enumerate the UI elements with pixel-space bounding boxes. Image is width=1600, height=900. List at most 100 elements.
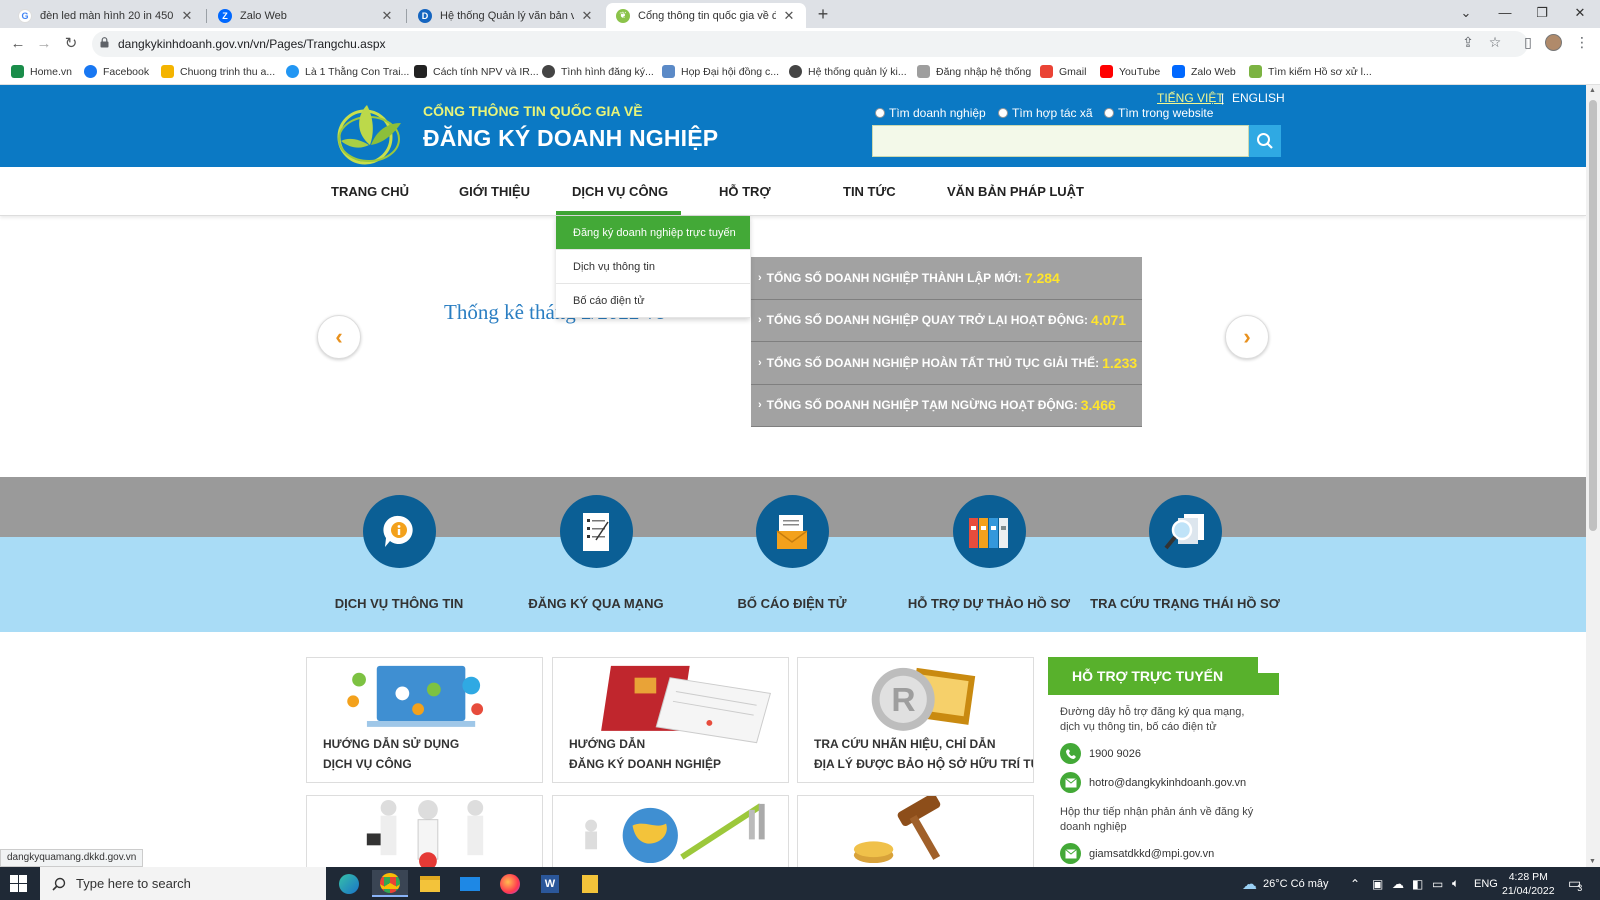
sticky-notes-icon[interactable] xyxy=(572,870,608,897)
card-lower-3[interactable] xyxy=(797,795,1034,867)
onedrive-icon[interactable]: ☁ xyxy=(1392,867,1404,900)
site-logo[interactable] xyxy=(335,93,407,165)
card-public-service-guide[interactable]: HƯỚNG DẪN SỬ DỤNG DỊCH VỤ CÔNG xyxy=(306,657,543,783)
close-window-icon[interactable]: ✕ xyxy=(1562,2,1598,24)
tray-app-icon[interactable]: ▣ xyxy=(1372,867,1383,900)
network-icon[interactable]: ▭ xyxy=(1432,867,1443,900)
search-button[interactable] xyxy=(1249,125,1281,157)
back-icon[interactable]: ← xyxy=(7,33,29,55)
bookmark-star-icon[interactable]: ☆ xyxy=(1485,34,1505,51)
card-business-registration-guide[interactable]: HƯỚNG DẪN ĐĂNG KÝ DOANH NGHIỆP xyxy=(552,657,789,783)
support-email[interactable]: hotro@dangkykinhdoanh.gov.vn xyxy=(1060,772,1267,793)
radio-search-website[interactable]: Tìm trong website xyxy=(1104,106,1213,120)
address-bar[interactable]: dangkykinhdoanh.gov.vn/vn/Pages/Trangchu… xyxy=(92,31,1528,57)
support-phone[interactable]: 1900 9026 xyxy=(1060,743,1267,764)
nav-support[interactable]: HỖ TRỢ xyxy=(719,184,771,199)
side-panel-icon[interactable]: ▯ xyxy=(1518,34,1538,51)
support-feedback-email[interactable]: giamsatdkkd@mpi.gov.vn xyxy=(1060,843,1267,864)
tab-search-chevron-icon[interactable]: ⌄ xyxy=(1448,2,1484,24)
scroll-down-icon[interactable]: ▼ xyxy=(1589,858,1596,865)
edge-icon[interactable] xyxy=(331,870,367,897)
nav-news[interactable]: TIN TỨC xyxy=(843,184,896,199)
browser-tab[interactable]: D Hệ thống Quản lý văn bản và Điề ✕ xyxy=(408,3,604,28)
reload-icon[interactable]: ↻ xyxy=(60,33,82,55)
close-tab-icon[interactable]: ✕ xyxy=(782,8,796,24)
forward-icon[interactable]: → xyxy=(33,33,55,55)
service-draft-support[interactable]: HỖ TRỢ DỰ THẢO HỒ SƠ xyxy=(889,495,1089,611)
bookmark-item[interactable]: Đăng nhập hệ thống xyxy=(917,65,1031,78)
bookmark-item[interactable]: Gmail xyxy=(1040,65,1086,78)
bookmark-item[interactable]: Home.vn xyxy=(11,65,72,78)
service-status-lookup[interactable]: TRA CỨU TRẠNG THÁI HỒ SƠ xyxy=(1085,495,1285,611)
stat-row[interactable]: › TỔNG SỐ DOANH NGHIỆP TẠM NGỪNG HOẠT ĐỘN… xyxy=(751,384,1142,427)
bookmark-item[interactable]: Tìm kiếm Hồ sơ xử l... xyxy=(1249,65,1372,78)
dropdown-item-information-services[interactable]: Dịch vụ thông tin xyxy=(556,250,750,284)
bookmark-item[interactable]: Zalo Web xyxy=(1172,65,1236,78)
stat-row[interactable]: › TỔNG SỐ DOANH NGHIỆP THÀNH LẬP MỚI: 7.28… xyxy=(751,257,1142,300)
card-trademark-lookup[interactable]: R TRA CỨU NHÃN HIỆU, CHỈ DẪN ĐỊA LÝ ĐƯỢC… xyxy=(797,657,1034,783)
dropdown-item-online-registration[interactable]: Đăng ký doanh nghiệp trực tuyến xyxy=(556,216,750,250)
nav-public-services[interactable]: DỊCH VỤ CÔNG xyxy=(572,184,668,199)
scroll-up-icon[interactable]: ▲ xyxy=(1589,87,1596,94)
chrome-icon[interactable] xyxy=(372,870,408,897)
mail-app-icon[interactable] xyxy=(452,870,488,897)
zalo-icon xyxy=(1172,65,1185,78)
nav-about[interactable]: GIỚI THIỆU xyxy=(459,184,530,199)
minimize-icon[interactable]: — xyxy=(1487,2,1523,24)
browser-menu-icon[interactable]: ⋮ xyxy=(1572,34,1592,51)
bookmark-item[interactable]: Tình hình đăng ký... xyxy=(542,65,654,78)
file-explorer-icon[interactable] xyxy=(412,870,448,897)
clock[interactable]: 4:28 PM 21/04/2022 xyxy=(1502,867,1555,900)
notifications-button[interactable]: ▭ 3 xyxy=(1568,867,1582,900)
bookmark-item[interactable]: Facebook xyxy=(84,65,149,78)
service-online-registration[interactable]: ĐĂNG KÝ QUA MẠNG xyxy=(496,495,696,611)
nav-legal-documents[interactable]: VĂN BẢN PHÁP LUẬT xyxy=(947,184,1084,199)
bookmark-item[interactable]: YouTube xyxy=(1100,65,1160,78)
stat-row[interactable]: › TỔNG SỐ DOANH NGHIỆP HOÀN TẤT THỦ TỤC G… xyxy=(751,342,1142,385)
nav-home[interactable]: TRANG CHỦ xyxy=(331,184,409,199)
browser-tab[interactable]: Z Zalo Web ✕ xyxy=(208,3,404,28)
youtube-icon xyxy=(1100,65,1113,78)
page-scrollbar[interactable]: ▲ ▼ xyxy=(1586,85,1600,867)
service-information[interactable]: DỊCH VỤ THÔNG TIN xyxy=(299,495,499,611)
slider-prev-button[interactable]: ‹ xyxy=(317,315,361,359)
bookmark-item[interactable]: Hệ thống quản lý ki... xyxy=(789,65,907,78)
firefox-icon[interactable] xyxy=(492,870,528,897)
scroll-thumb[interactable] xyxy=(1589,100,1597,531)
bookmarks-bar: Home.vn Facebook Chuong trinh thu a... L… xyxy=(0,60,1600,85)
dropdown-item-e-announcement[interactable]: Bố cáo điện tử xyxy=(556,284,750,318)
taskbar-search-input[interactable]: Type here to search xyxy=(40,867,326,900)
close-tab-icon[interactable]: ✕ xyxy=(180,8,194,24)
card-lower-1[interactable] xyxy=(306,795,543,867)
volume-icon[interactable]: 🔈︎ xyxy=(1452,867,1459,900)
radio-search-cooperative[interactable]: Tìm hợp tác xã xyxy=(998,106,1093,120)
tray-overflow-icon[interactable]: ⌃ xyxy=(1350,867,1360,900)
word-icon[interactable]: W xyxy=(532,870,568,897)
bookmark-item[interactable]: Là 1 Thằng Con Trai... xyxy=(286,65,409,78)
close-tab-icon[interactable]: ✕ xyxy=(380,8,394,24)
close-tab-icon[interactable]: ✕ xyxy=(580,8,594,24)
bookmark-item[interactable]: Cách tính NPV và IR... xyxy=(414,65,539,78)
profile-avatar[interactable] xyxy=(1545,34,1565,51)
windows-start-icon[interactable] xyxy=(10,875,27,895)
radio-search-business[interactable]: Tìm doanh nghiệp xyxy=(875,106,986,120)
slider-next-button[interactable]: › xyxy=(1225,315,1269,359)
card-lower-2[interactable] xyxy=(552,795,789,867)
tray-app-icon[interactable]: ◧ xyxy=(1412,867,1423,900)
restore-icon[interactable]: ❐ xyxy=(1524,2,1560,24)
browser-tab-bar: G đèn led màn hình 20 in 450mm - ✕ Z Zal… xyxy=(0,0,1600,28)
lang-vietnamese-link[interactable]: TIẾNG VIỆT xyxy=(1157,91,1224,105)
share-icon[interactable]: ⇪ xyxy=(1458,34,1478,51)
new-tab-icon[interactable]: + xyxy=(812,4,834,25)
lang-english-link[interactable]: ENGLISH xyxy=(1232,91,1285,105)
stat-row[interactable]: › TỔNG SỐ DOANH NGHIỆP QUAY TRỞ LẠI HOẠT … xyxy=(751,299,1142,342)
bookmark-item[interactable]: Chuong trinh thu a... xyxy=(161,65,275,78)
search-icon xyxy=(1257,133,1273,149)
input-language[interactable]: ENG xyxy=(1474,867,1498,900)
browser-tab-active[interactable]: ❦ Cổng thông tin quốc gia về đăng ✕ xyxy=(606,3,806,28)
weather-widget[interactable]: ☁ 26°C Có mây xyxy=(1242,867,1329,900)
service-e-announcement[interactable]: BỐ CÁO ĐIỆN TỬ xyxy=(692,495,892,611)
bookmark-item[interactable]: Họp Đại hội đồng c... xyxy=(662,65,779,78)
browser-tab[interactable]: G đèn led màn hình 20 in 450mm - ✕ xyxy=(8,3,204,28)
search-input[interactable] xyxy=(872,125,1249,157)
